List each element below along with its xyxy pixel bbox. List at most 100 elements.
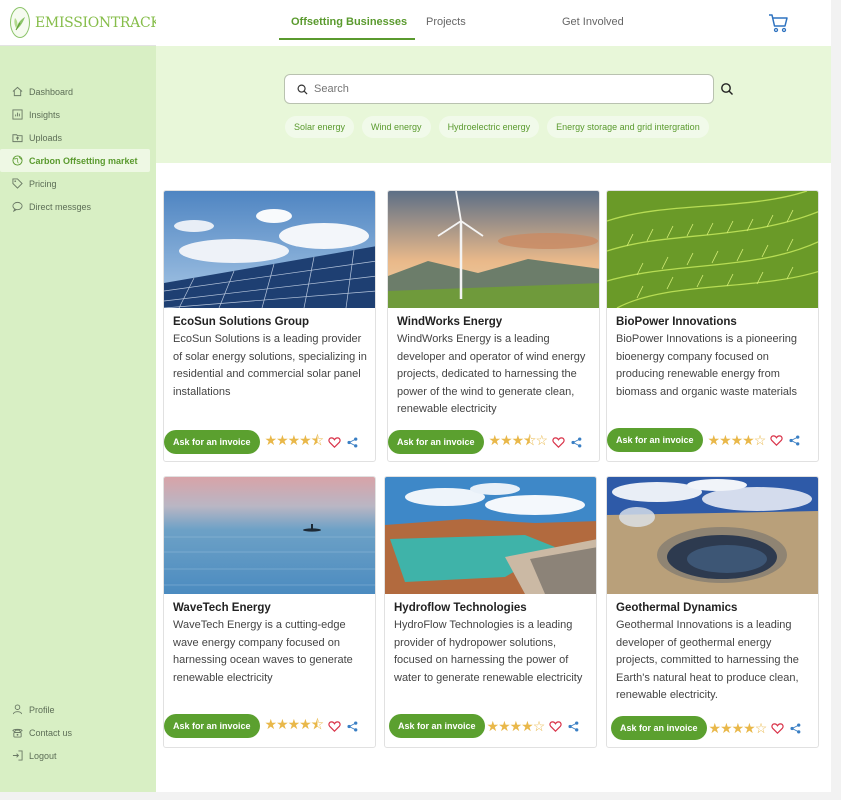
card-title: EcoSun Solutions Group [173,316,310,328]
card-title: WaveTech Energy [173,602,271,614]
search-icon [297,84,308,95]
search-input[interactable] [314,83,694,95]
heart-icon[interactable] [552,436,565,449]
globe-icon [12,155,23,166]
card-actions: Ask for an invoice ★★★★⯪ [164,713,375,739]
cart-icon[interactable] [768,12,790,34]
active-tab-indicator [279,38,415,40]
card-title: BioPower Innovations [616,316,737,328]
share-icon[interactable] [568,720,579,732]
share-icon[interactable] [571,436,582,448]
card-description: WaveTech Energy is a cutting-edge wave e… [173,619,353,684]
sidebar-item-profile[interactable]: Profile [0,698,156,721]
sidebar-item-label: Dashboard [29,86,74,97]
business-card: BioPower Innovations BioPower Innovation… [606,190,819,462]
filter-chip-solar[interactable]: Solar energy [285,116,355,138]
card-description: EcoSun Solutions is a leading provider o… [173,333,367,398]
chat-icon [12,201,23,212]
home-icon [12,86,23,97]
business-card: Hydroflow Technologies HydroFlow Technol… [384,476,597,748]
sidebar-item-carbon-offsetting-market[interactable]: Carbon Offsetting market [0,149,150,172]
sidebar-item-uploads[interactable]: Uploads [0,126,156,149]
star-rating: ★★★★⯪ [264,716,324,732]
sidebar-item-label: Pricing [29,178,57,189]
heart-icon[interactable] [328,720,341,733]
card-actions: Ask for an invoice ★★★★☆ [607,715,818,741]
star-rating: ★★★★☆ [707,431,767,448]
star-rating: ★★★★☆ [708,719,768,736]
card-actions: Ask for an invoice ★★★⯪☆ [388,429,599,455]
logout-icon [12,750,23,761]
heart-icon[interactable] [770,434,783,447]
business-card: Geothermal Dynamics Geothermal Innovatio… [606,476,819,748]
sidebar-item-label: Carbon Offsetting market [29,155,138,166]
card-title: Geothermal Dynamics [616,602,738,614]
ask-invoice-button[interactable]: Ask for an invoice [389,714,485,738]
filter-chip-wind[interactable]: Wind energy [362,116,431,138]
app-window: EMISSIONTRACK Dashboard Insights Uploads… [0,0,831,792]
search-area: Solar energy Wind energy Hydroelectric e… [156,46,831,163]
share-icon[interactable] [789,434,800,446]
ask-invoice-button[interactable]: Ask for an invoice [388,430,484,454]
ask-invoice-button[interactable]: Ask for an invoice [164,430,260,454]
sidebar-item-logout[interactable]: Logout [0,744,156,767]
sidebar-item-direct-messages[interactable]: Direct messges [0,195,156,218]
share-icon[interactable] [347,436,358,448]
solar-panel-image [164,191,375,308]
ask-invoice-button[interactable]: Ask for an invoice [164,714,260,738]
sidebar-item-label: Insights [29,109,61,120]
filter-chip-hydroelectric[interactable]: Hydroelectric energy [438,116,540,138]
ask-invoice-button[interactable]: Ask for an invoice [607,428,703,452]
share-icon[interactable] [790,722,801,734]
search-box[interactable] [284,74,714,104]
card-actions: Ask for an invoice ★★★★☆ [607,427,818,453]
sidebar-nav: Dashboard Insights Uploads Carbon Offset… [0,80,156,218]
heart-icon[interactable] [771,722,784,735]
card-description: HydroFlow Technologies is a leading prov… [394,619,583,684]
star-rating: ★★★★☆ [486,717,546,734]
tab-get-involved[interactable]: Get Involved [562,16,624,28]
tab-offsetting-businesses[interactable]: Offsetting Businesses [291,16,407,28]
search-submit-icon[interactable] [720,82,734,96]
filter-chip-energy-storage[interactable]: Energy storage and grid intergration [547,116,709,138]
filter-chips: Solar energy Wind energy Hydroelectric e… [285,116,709,138]
sidebar-item-pricing[interactable]: Pricing [0,172,156,195]
sidebar-bottom-nav: Profile Contact us Logout [0,698,156,767]
card-title: WindWorks Energy [397,316,503,328]
phone-icon [12,728,23,738]
card-description: Geothermal Innovations is a leading deve… [616,619,799,701]
dam-image [385,477,596,594]
card-actions: Ask for an invoice ★★★★☆ [385,713,596,739]
share-icon[interactable] [347,720,358,732]
user-icon [12,704,23,715]
sidebar-item-label: Logout [29,750,57,761]
leaf-logo-icon [10,7,30,38]
heart-icon[interactable] [549,720,562,733]
star-rating: ★★★★⯪ [264,432,324,448]
sidebar-item-dashboard[interactable]: Dashboard [0,80,156,103]
business-card: WindWorks Energy WindWorks Energy is a l… [387,190,600,462]
sidebar-item-label: Contact us [29,727,73,738]
tab-projects[interactable]: Projects [426,16,466,28]
sidebar-item-label: Profile [29,704,55,715]
sidebar-item-insights[interactable]: Insights [0,103,156,126]
sidebar: EMISSIONTRACK Dashboard Insights Uploads… [0,0,161,792]
business-card: WaveTech Energy WaveTech Energy is a cut… [163,476,376,748]
plant-image [607,191,818,308]
heart-icon[interactable] [328,436,341,449]
brand-name: EMISSIONTRACK [35,14,161,31]
ask-invoice-button[interactable]: Ask for an invoice [611,716,707,740]
card-description: WindWorks Energy is a leading developer … [397,333,586,415]
upload-icon [12,134,23,143]
wind-turbine-image [388,191,599,308]
card-description: BioPower Innovations is a pioneering bio… [616,333,798,398]
geothermal-pool-image [607,477,818,594]
card-actions: Ask for an invoice ★★★★⯪ [164,429,375,455]
top-nav: Offsetting Businesses Projects Get Invol… [156,0,831,46]
logo[interactable]: EMISSIONTRACK [0,0,161,46]
business-card: EcoSun Solutions Group EcoSun Solutions … [163,190,376,462]
tag-icon [12,178,23,189]
star-rating: ★★★⯪☆ [488,432,548,448]
sidebar-item-contact-us[interactable]: Contact us [0,721,156,744]
ocean-image [164,477,375,594]
